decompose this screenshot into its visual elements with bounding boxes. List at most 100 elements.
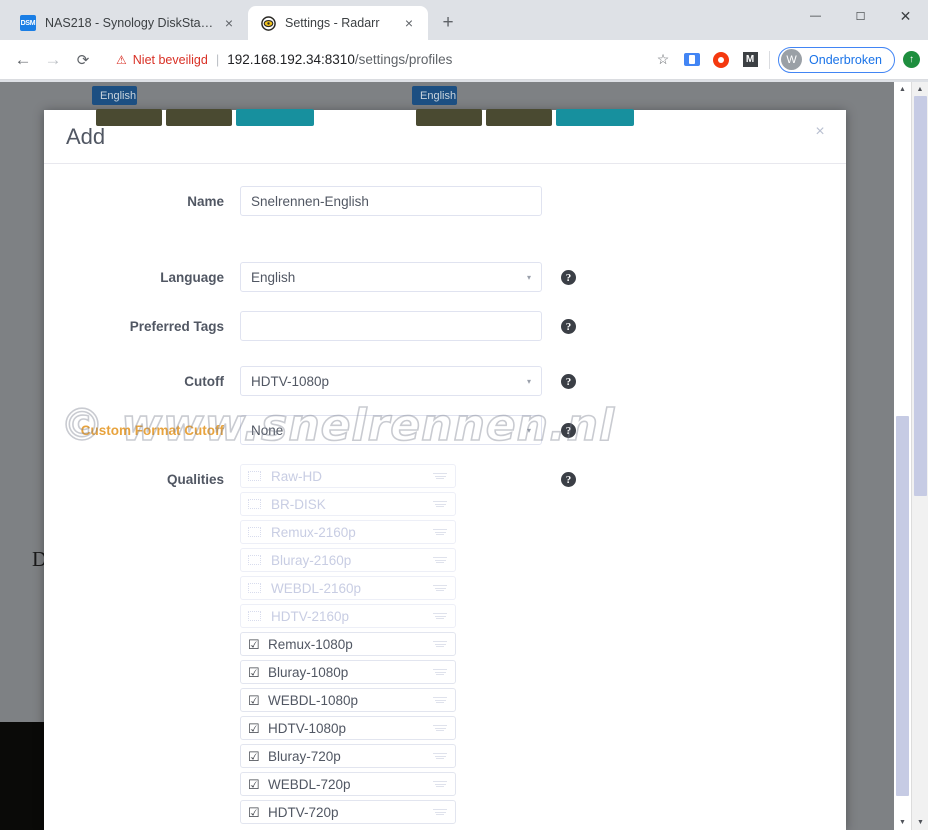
drag-handle-icon[interactable] [433,501,449,507]
scrollbar-thumb[interactable] [896,416,909,796]
quality-item[interactable]: ☑ HDTV-720p [240,800,456,824]
background-button [236,109,314,126]
quality-item[interactable]: BR-DISK [240,492,456,516]
reload-icon[interactable]: ⟳ [68,45,98,75]
quality-item[interactable]: ☑ WEBDL-720p [240,772,456,796]
scroll-down-icon[interactable]: ▼ [894,815,911,830]
security-status-label[interactable]: Niet beveiligd [133,53,208,67]
cutoff-select[interactable]: HDTV-1080p ▾ [240,366,542,396]
drag-handle-icon[interactable] [433,613,449,619]
checkbox-checked-icon[interactable]: ☑ [248,722,261,735]
background-button [556,109,634,126]
dsm-icon: DSM [20,15,36,31]
extension-m-icon[interactable]: M [737,47,763,73]
new-tab-button[interactable]: + [434,9,462,37]
checkbox-unchecked-icon[interactable] [248,611,261,621]
extension-red-icon[interactable] [708,47,734,73]
custom-format-cutoff-select[interactable]: None ▾ [240,415,542,445]
field-row-custom-format-cutoff: Custom Format Cutoff None ▾ ? [44,415,846,445]
quality-item[interactable]: ☑ Bluray-1080p [240,660,456,684]
url-path: /settings/profiles [354,52,453,67]
forward-icon: → [44,49,62,69]
preferred-tags-input[interactable] [240,311,542,341]
quality-item[interactable]: ☑ Bluray-720p [240,744,456,768]
quality-item[interactable]: ☑ WEBDL-1080p [240,688,456,712]
drag-handle-icon[interactable] [433,641,449,647]
maximize-button[interactable]: ☐ [838,0,883,32]
quality-item[interactable]: Raw-HD [240,464,456,488]
qualities-control: Raw-HD BR-DISK Remux-2160p Bluray-2160p WEBD… [240,464,542,828]
back-icon[interactable]: ← [8,45,38,75]
drag-handle-icon[interactable] [433,753,449,759]
drag-handle-icon[interactable] [433,529,449,535]
field-row-language: Language English ▾ ? [44,262,846,292]
select-value: None [251,422,284,438]
download-icon[interactable]: ↑ [903,51,920,68]
bookmark-star-icon[interactable]: ☆ [650,47,676,73]
tab-nas218[interactable]: DSM NAS218 - Synology DiskStation × [8,6,248,40]
drag-handle-icon[interactable] [433,585,449,591]
dialog-title: Add [66,123,106,149]
extension-blue-icon[interactable] [679,47,705,73]
quality-label: WEBDL-720p [268,776,351,792]
scroll-up-icon[interactable]: ▲ [912,82,928,97]
page-scrollbar[interactable]: ▲ ▼ [911,82,928,830]
language-select[interactable]: English ▾ [240,262,542,292]
checkbox-checked-icon[interactable]: ☑ [248,750,261,763]
checkbox-checked-icon[interactable]: ☑ [248,778,261,791]
checkbox-unchecked-icon[interactable] [248,555,261,565]
scrollbar-thumb[interactable] [914,96,927,496]
profile-button[interactable]: W Onderbroken [778,46,895,73]
quality-label: Raw-HD [271,468,323,484]
address-bar[interactable]: ⚠ Niet beveiligd | 192.168.192.34:8310/s… [106,46,639,74]
add-profile-dialog: Add × Name Snelrennen-English Language E… [44,110,846,830]
help-icon[interactable]: ? [561,472,576,487]
drag-handle-icon[interactable] [433,473,449,479]
quality-item[interactable]: HDTV-2160p [240,604,456,628]
checkbox-unchecked-icon[interactable] [248,471,261,481]
checkbox-unchecked-icon[interactable] [248,527,261,537]
not-secure-warning-icon: ⚠ [116,52,127,67]
help-icon[interactable]: ? [561,374,576,389]
quality-item[interactable]: Remux-2160p [240,520,456,544]
drag-handle-icon[interactable] [433,557,449,563]
quality-item[interactable]: WEBDL-2160p [240,576,456,600]
tab-close-icon[interactable]: × [400,14,418,32]
quality-item[interactable]: Bluray-2160p [240,548,456,572]
tab-settings-radarr[interactable]: Settings - Radarr × [248,6,428,40]
scroll-up-icon[interactable]: ▲ [894,82,911,97]
checkbox-checked-icon[interactable]: ☑ [248,806,261,819]
help-icon[interactable]: ? [561,319,576,334]
field-control: Snelrennen-English [240,186,542,216]
tab-close-icon[interactable]: × [220,14,238,32]
select-value: HDTV-1080p [251,373,330,389]
modal-scrollbar[interactable]: ▲ ▼ [894,82,911,830]
quality-item[interactable]: ☑ Remux-1080p [240,632,456,656]
quality-label: Bluray-720p [268,748,341,764]
help-icon[interactable]: ? [561,270,576,285]
help-icon[interactable]: ? [561,423,576,438]
name-input[interactable]: Snelrennen-English [240,186,542,216]
quality-item[interactable]: ☑ HDTV-1080p [240,716,456,740]
qualities-label: Qualities [166,472,224,487]
checkbox-unchecked-icon[interactable] [248,583,261,593]
field-control: None ▾ [240,415,542,445]
drag-handle-icon[interactable] [433,669,449,675]
close-window-button[interactable]: ✕ [883,0,928,32]
minimize-button[interactable]: — [793,0,838,32]
checkbox-checked-icon[interactable]: ☑ [248,666,261,679]
checkbox-checked-icon[interactable]: ☑ [248,638,261,651]
field-row-name: Name Snelrennen-English [44,186,846,216]
close-icon[interactable]: × [810,122,830,142]
quality-label: Remux-1080p [268,636,353,652]
checkbox-checked-icon[interactable]: ☑ [248,694,261,707]
drag-handle-icon[interactable] [433,697,449,703]
select-value: English [251,269,296,285]
drag-handle-icon[interactable] [433,781,449,787]
checkbox-unchecked-icon[interactable] [248,499,261,509]
field-label: Name [187,194,224,209]
drag-handle-icon[interactable] [433,809,449,815]
scroll-down-icon[interactable]: ▼ [912,815,928,830]
background-language-badge: English [92,86,137,105]
drag-handle-icon[interactable] [433,725,449,731]
